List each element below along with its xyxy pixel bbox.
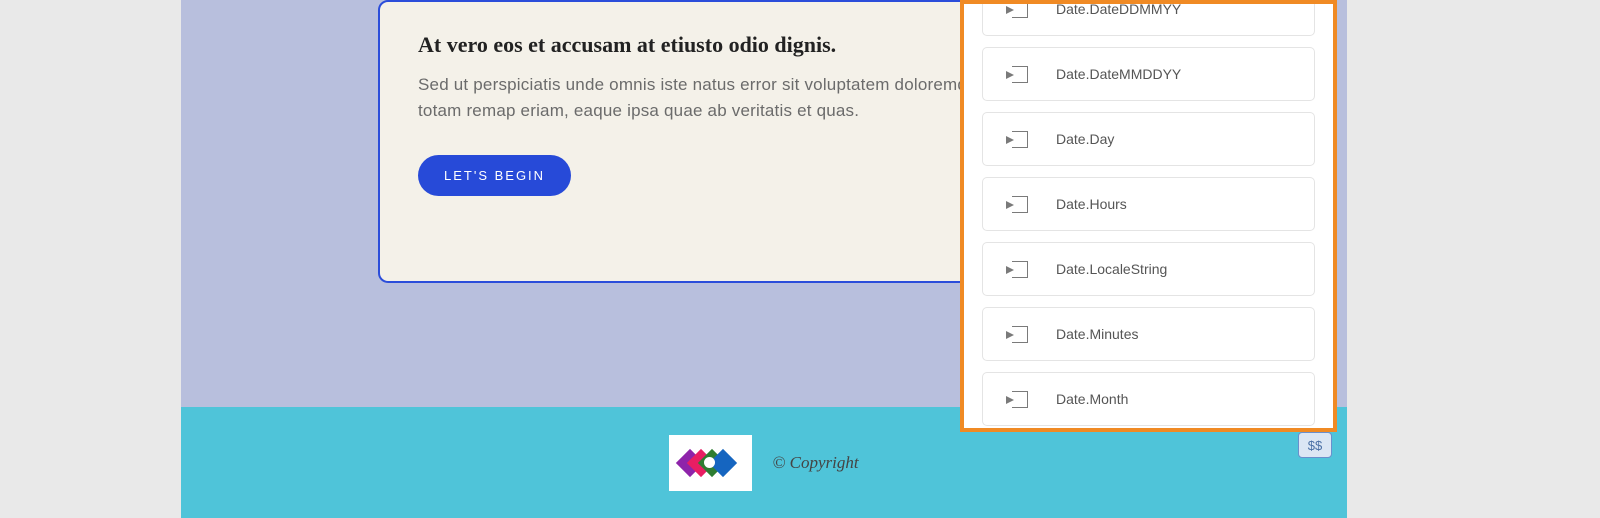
input-icon	[1007, 1, 1028, 18]
input-icon	[1007, 66, 1028, 83]
lets-begin-button[interactable]: LET'S BEGIN	[418, 155, 571, 196]
input-icon	[1007, 196, 1028, 213]
footer-logo	[669, 435, 752, 491]
logo-center-icon	[704, 457, 715, 468]
currency-badge[interactable]: $$	[1298, 432, 1332, 458]
list-item-label: Date.Day	[1056, 131, 1114, 147]
list-item[interactable]: Date.Day	[982, 112, 1315, 166]
input-icon	[1007, 326, 1028, 343]
list-item[interactable]: Date.DateMMDDYY	[982, 47, 1315, 101]
list-item[interactable]: Date.DateDDMMYY	[982, 0, 1315, 36]
list-item-label: Date.Minutes	[1056, 326, 1138, 342]
list-item-label: Date.Month	[1056, 391, 1128, 407]
list-item[interactable]: Date.Hours	[982, 177, 1315, 231]
autocomplete-panel: Date.DateDDMMYY Date.DateMMDDYY Date.Day…	[960, 0, 1337, 432]
input-icon	[1007, 131, 1028, 148]
input-icon	[1007, 391, 1028, 408]
list-item[interactable]: Date.Minutes	[982, 307, 1315, 361]
list-item-label: Date.LocaleString	[1056, 261, 1167, 277]
list-item[interactable]: Date.LocaleString	[982, 242, 1315, 296]
copyright-text: © Copyright	[772, 453, 858, 473]
list-item-label: Date.DateMMDDYY	[1056, 66, 1181, 82]
list-item[interactable]: Date.Month	[982, 372, 1315, 426]
input-icon	[1007, 261, 1028, 278]
list-item-label: Date.Hours	[1056, 196, 1127, 212]
list-item-label: Date.DateDDMMYY	[1056, 1, 1181, 17]
